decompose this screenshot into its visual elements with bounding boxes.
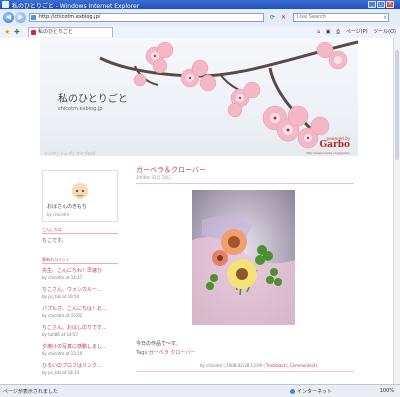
- post-title[interactable]: ガーベラ＆クローバー: [136, 165, 206, 175]
- home-icon[interactable]: ⌂: [317, 29, 320, 35]
- maximize-button[interactable]: □: [377, 1, 385, 8]
- comment-by: by chicotm at 14:17: [42, 275, 83, 280]
- blog-title[interactable]: 私のひとりごと: [58, 90, 128, 105]
- command-bar: ⌂ ▣ ⎙ ページ(P) ツール(O): [313, 28, 396, 35]
- post-date: 2008年 02月 28日: [136, 175, 171, 180]
- list-item[interactable]: 夕焼けの写真に感動しまし... by chicotm at 13:19: [42, 343, 118, 356]
- comment-by: by pc_tiki at 18:14: [42, 370, 80, 375]
- post-body: 今日の作品で〜す。: [136, 341, 181, 347]
- comment-by: by pc_tiki at 19:54: [42, 294, 80, 299]
- garbo-logo[interactable]: Garbo: [319, 140, 350, 150]
- address-toolbar: ◀ ▶ http://chicotm.exblog.jp/ ⟳ ✕ Live S…: [0, 9, 400, 27]
- status-bar: ページが表示されました インターネット 100%: [0, 384, 400, 397]
- stop-button[interactable]: ✕: [279, 13, 288, 22]
- close-button[interactable]: ×: [386, 1, 394, 8]
- comment-text[interactable]: ちこさん、ウォンカルー...: [42, 286, 118, 293]
- comment-text[interactable]: ちこさん、おはしのりです...: [42, 324, 118, 331]
- security-zone: インターネット: [290, 388, 332, 395]
- back-button[interactable]: ◀: [3, 12, 14, 23]
- page-menu[interactable]: ページ(P): [346, 29, 368, 35]
- address-text: http://chicotm.exblog.jp/: [39, 14, 101, 20]
- post-footer: by chicotm | 2008-02-28 13:09 | Trackbac…: [200, 363, 318, 368]
- blog-nav-links[interactable]: リンク | トップ | マイブログ: [44, 151, 96, 157]
- ie-app-icon: [2, 1, 9, 8]
- blog-header-banner: 私のひとりごと chicotm.exblog.jp powered by Gar…: [40, 38, 358, 156]
- list-item[interactable]: ちこさん、ウォンカルー... by pc_tiki at 19:54: [42, 286, 118, 299]
- comment-text[interactable]: パプルさ、こんにちは！お...: [42, 305, 118, 312]
- comment-text[interactable]: 先生、こんにちわ！早速ひ: [42, 267, 118, 274]
- blog-url: chicotm.exblog.jp: [58, 106, 103, 112]
- scrollbar-thumb[interactable]: [395, 50, 399, 160]
- zoom-level[interactable]: 100%: [380, 388, 394, 394]
- tools-menu[interactable]: ツール(O): [373, 29, 396, 35]
- list-item[interactable]: 先生、こんにちわ！早速ひ by chicotm at 14:17: [42, 267, 118, 280]
- search-icon[interactable]: ⌕: [384, 14, 387, 21]
- divider: [136, 183, 354, 184]
- forward-button[interactable]: ▶: [15, 12, 26, 23]
- comment-by: by chicotm at 15:01: [42, 313, 83, 318]
- comments-link[interactable]: Comments(4): [290, 363, 317, 368]
- globe-icon: [290, 389, 295, 394]
- tag-link[interactable]: ガーベラ クローバー: [149, 350, 196, 356]
- post-time: 2008-02-28 13:09: [226, 363, 263, 368]
- post-tags: Tags:ガーベラ クローバー: [136, 349, 195, 356]
- feeds-icon[interactable]: ▣: [326, 29, 331, 35]
- sidebar-heading-hello: こんにちは: [42, 227, 118, 234]
- sidebar-heading-comments: 最新のコメント: [42, 257, 118, 264]
- tags-label: Tags:: [136, 350, 149, 356]
- avatar[interactable]: [69, 179, 91, 201]
- comment-by: by tuh86 at 14:57: [42, 332, 78, 337]
- status-text: ページが表示されました: [3, 389, 58, 395]
- zone-label: インターネット: [297, 389, 333, 395]
- tab-active[interactable]: 私のひとりごと: [28, 27, 113, 37]
- window-titlebar: 私のひとりごと - Windows Internet Explorer _ □ …: [0, 0, 400, 10]
- post-author: by chicotm: [200, 363, 223, 368]
- divider: [136, 371, 354, 372]
- list-item[interactable]: ひろいのプロフはリンク... by pc_tiki at 18:14: [42, 362, 118, 375]
- garbo-url: http://www.excite.co.jp/garbo: [305, 151, 350, 155]
- sidebar-hello-text: ちこです。: [42, 238, 67, 244]
- comment-text[interactable]: 夕焼けの写真に感動しまし...: [42, 343, 118, 350]
- page-icon: [31, 15, 36, 20]
- list-item[interactable]: ちこさん、おはしのりです... by tuh86 at 14:57: [42, 324, 118, 337]
- profile-name: おばさんのきもち: [47, 204, 87, 210]
- post-photo[interactable]: [192, 190, 295, 325]
- add-favorites-icon[interactable]: ✚: [14, 28, 20, 36]
- tab-label: 私のひとりごと: [38, 29, 73, 35]
- profile-box: おばさんのきもち by chicotm: [42, 170, 118, 222]
- list-item[interactable]: パプルさ、こんにちは！お... by chicotm at 15:01: [42, 305, 118, 318]
- comment-text[interactable]: ひろいのプロフはリンク...: [42, 362, 118, 369]
- comment-by: by chicotm at 13:19: [42, 351, 83, 356]
- address-input[interactable]: http://chicotm.exblog.jp/: [29, 13, 264, 22]
- minimize-button[interactable]: _: [368, 1, 376, 8]
- refresh-button[interactable]: ⟳: [268, 13, 277, 22]
- search-input[interactable]: Live Search ⌕: [293, 13, 389, 22]
- print-icon[interactable]: ⎙: [336, 29, 340, 35]
- profile-by: by chicotm: [47, 212, 70, 217]
- trackback-link[interactable]: Trackback: [266, 363, 286, 368]
- vertical-scrollbar[interactable]: [393, 38, 400, 384]
- page-viewport: 私のひとりごと chicotm.exblog.jp powered by Gar…: [0, 38, 393, 384]
- favorites-star-icon[interactable]: ★: [4, 28, 10, 36]
- search-placeholder: Live Search: [297, 14, 326, 20]
- tab-favicon-icon: [31, 30, 36, 35]
